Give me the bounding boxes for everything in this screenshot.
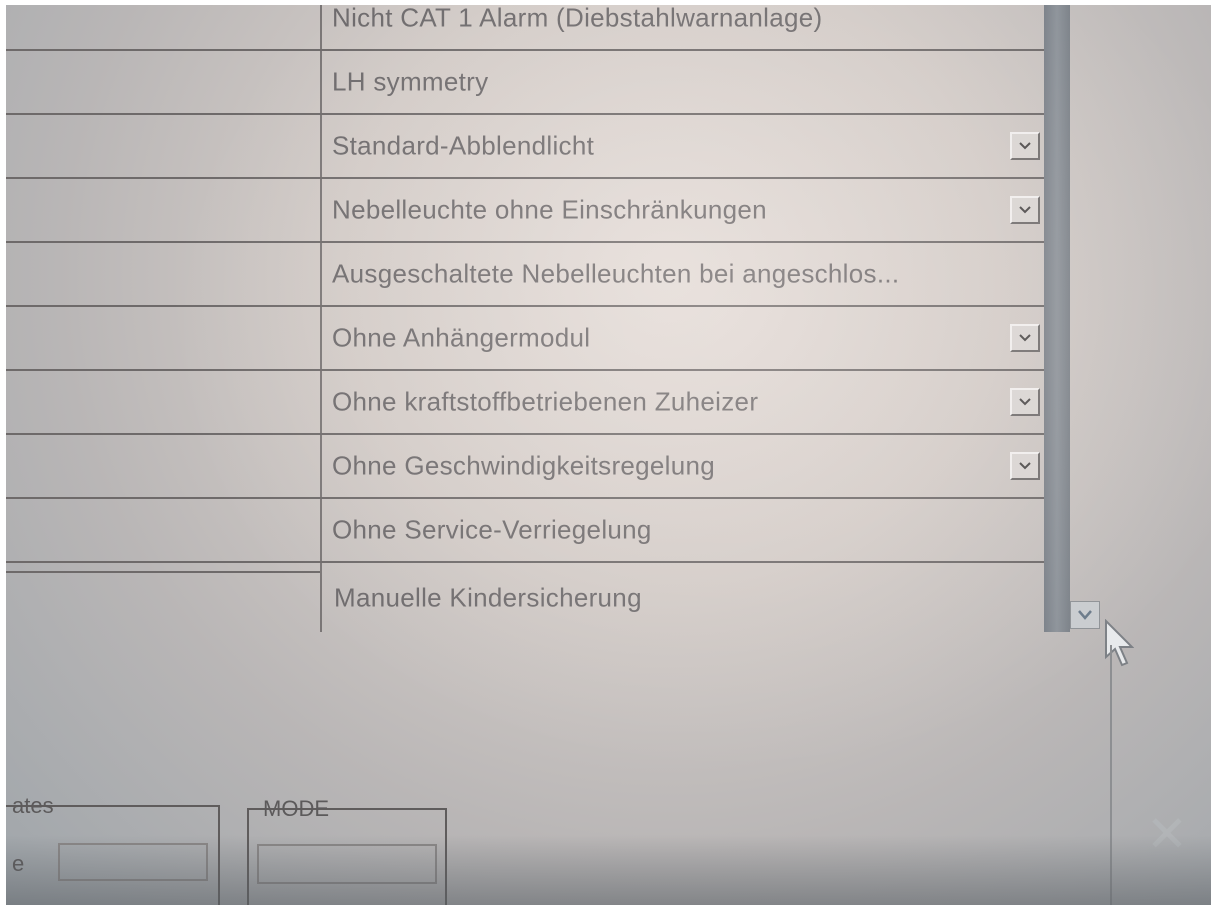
mode-group: MODE [247,796,447,905]
property-value-text: Nicht CAT 1 Alarm (Diebstahlwarnanlage) [332,5,823,33]
table-row[interactable]: Nebelleuchte ohne Einschränkungen [6,179,1046,243]
property-value-cell[interactable]: Standard-Abblendlicht [322,115,1046,177]
field-label: e [12,851,25,876]
property-value-cell[interactable]: Ohne Geschwindigkeitsregelung [322,435,1046,497]
property-value-cell[interactable]: LH symmetry [322,51,1046,113]
property-name-cell [6,307,322,369]
property-value-text: Manuelle Kindersicherung [334,582,642,612]
property-name-cell [6,563,322,573]
property-value-cell[interactable]: Ohne Anhängermodul [322,307,1046,369]
table-row[interactable]: Nicht CAT 1 Alarm (Diebstahlwarnanlage) [6,5,1046,51]
property-name-cell [6,115,322,177]
property-name-cell [6,179,322,241]
scroll-down-arrow-icon [1078,610,1092,620]
property-value-text: Ohne Service-Verriegelung [332,514,652,545]
chevron-down-icon [1019,142,1031,150]
table-row[interactable]: Manuelle Kindersicherung [6,563,1046,632]
property-value-cell[interactable]: Nicht CAT 1 Alarm (Diebstahlwarnanlage) [322,5,1046,49]
vertical-scrollbar[interactable] [1044,5,1070,632]
mode-field[interactable] [257,844,437,884]
property-name-cell [6,499,322,561]
property-value-cell[interactable]: Ausgeschaltete Nebelleuchten bei angesch… [322,243,1046,305]
dropdown-button[interactable] [1010,132,1040,160]
scroll-down-button[interactable] [1070,601,1100,629]
property-value-cell[interactable]: Nebelleuchte ohne Einschränkungen [322,179,1046,241]
table-row[interactable]: LH symmetry [6,51,1046,115]
chevron-down-icon [1019,206,1031,214]
property-name-cell [6,51,322,113]
property-value-text: Ohne Geschwindigkeitsregelung [332,450,716,481]
property-value-cell[interactable]: Manuelle Kindersicherung [320,563,1046,632]
property-value-cell[interactable]: Ohne kraftstoffbetriebenen Zuheizer [322,371,1046,433]
chevron-down-icon [1019,334,1031,342]
group-legend: ates [12,793,54,818]
mouse-pointer-icon [1104,618,1135,674]
property-name-cell [6,5,322,49]
panel-border [1110,645,1112,905]
table-row[interactable]: Ausgeschaltete Nebelleuchten bei angesch… [6,243,1046,307]
dropdown-button[interactable] [1010,196,1040,224]
chevron-down-icon [1019,462,1031,470]
states-group: ates e [6,793,220,905]
property-name-cell [6,243,322,305]
property-name-cell [6,371,322,433]
screen: Nicht CAT 1 Alarm (Diebstahlwarnanlage) … [6,5,1211,905]
table-row[interactable]: Ohne Anhängermodul [6,307,1046,371]
property-value-cell[interactable]: Ohne Service-Verriegelung [322,499,1046,561]
property-value-text: LH symmetry [332,66,489,97]
property-value-text: Ausgeschaltete Nebelleuchten bei angesch… [332,258,900,289]
property-value-text: Standard-Abblendlicht [332,130,595,161]
table-row[interactable]: Ohne Geschwindigkeitsregelung [6,435,1046,499]
table-row[interactable]: Ohne kraftstoffbetriebenen Zuheizer [6,371,1046,435]
chevron-down-icon [1019,398,1031,406]
dropdown-button[interactable] [1010,452,1040,480]
close-icon[interactable]: ✕ [1146,805,1188,863]
table-row[interactable]: Standard-Abblendlicht [6,115,1046,179]
property-value-text: Ohne kraftstoffbetriebenen Zuheizer [332,386,759,417]
dropdown-button[interactable] [1010,388,1040,416]
dropdown-button[interactable] [1010,324,1040,352]
state-field[interactable] [58,843,208,881]
group-legend: MODE [263,796,329,821]
property-value-text: Nebelleuchte ohne Einschränkungen [332,194,767,225]
table-row[interactable]: Ohne Service-Verriegelung [6,499,1046,563]
property-name-cell [6,435,322,497]
property-value-text: Ohne Anhängermodul [332,322,591,353]
